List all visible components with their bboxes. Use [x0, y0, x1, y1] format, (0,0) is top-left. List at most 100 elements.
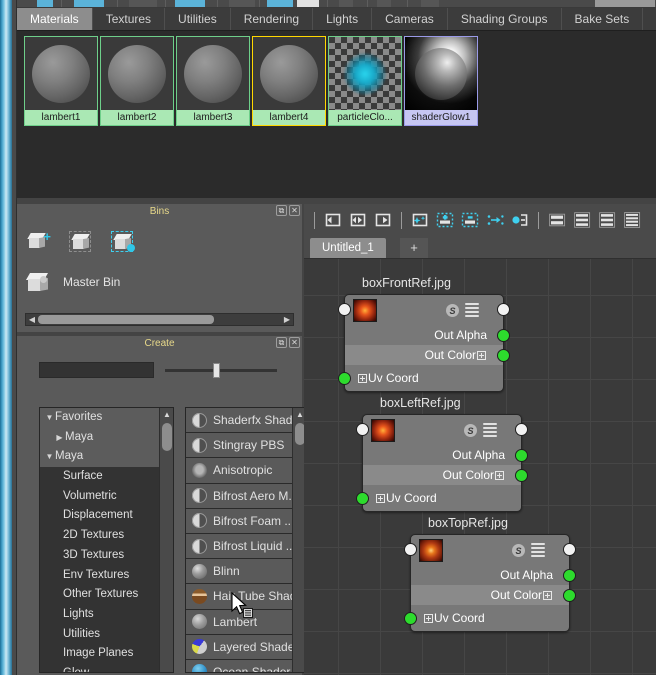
node-attribute-input-port[interactable] — [404, 612, 417, 625]
material-swatch[interactable]: lambert3 — [176, 36, 250, 126]
swatch-size-slider-handle[interactable] — [213, 363, 220, 378]
node-list-item[interactable]: Ocean Shader — [186, 659, 292, 672]
close-icon[interactable]: ✕ — [289, 337, 300, 348]
display-simple-icon[interactable] — [546, 209, 568, 231]
node-attribute-row[interactable]: Out Alpha — [411, 565, 576, 585]
pin-node-icon[interactable] — [509, 209, 531, 231]
tree-item-image-planes[interactable]: Image Planes — [40, 644, 159, 664]
node-graph-canvas[interactable]: boxFrontRef.jpg S Out Alpha Out Color Uv Coo… — [304, 258, 656, 675]
node-attribute-input-port[interactable] — [338, 372, 351, 385]
tree-item-2d-textures[interactable]: 2D Textures — [40, 526, 159, 546]
material-swatch[interactable]: particleClo... — [328, 36, 402, 126]
create-search-input[interactable] — [39, 362, 154, 378]
node-attribute-row[interactable]: Uv Coord — [404, 605, 569, 631]
create-bin-from-selected-icon[interactable] — [69, 230, 95, 254]
graph-node[interactable]: boxFrontRef.jpg S Out Alpha Out Color Uv Coo… — [338, 276, 510, 392]
graph-node-body[interactable]: S Out Alpha Out Color Uv Coord — [404, 534, 576, 632]
scroll-right-icon[interactable]: ▶ — [281, 315, 293, 324]
bins-horizontal-scrollbar[interactable]: ◀ ▶ — [25, 313, 294, 326]
material-swatch[interactable]: shaderGlow1 — [404, 36, 478, 126]
node-input-port[interactable] — [338, 303, 351, 316]
node-attribute-row[interactable]: Uv Coord — [338, 365, 503, 391]
bins-panel-buttons[interactable]: ⧉ ✕ — [276, 205, 300, 216]
node-list-item[interactable]: Lambert — [186, 609, 292, 635]
tab-shading-groups[interactable]: Shading Groups — [447, 8, 562, 30]
category-tab-bar[interactable]: Materials Textures Utilities Rendering Light… — [17, 8, 656, 30]
tree-item-volumetric[interactable]: Volumetric — [40, 487, 159, 507]
accent-button-3[interactable] — [267, 0, 293, 7]
node-attribute-output-port[interactable] — [563, 589, 576, 602]
node-output-port[interactable] — [497, 303, 510, 316]
node-attribute-input-port[interactable] — [356, 492, 369, 505]
node-list-item[interactable]: Blinn — [186, 559, 292, 585]
material-swatch-list[interactable]: lambert1 lambert2 lambert3 lambert4 particle… — [24, 36, 478, 126]
rearrange-graph-icon[interactable] — [409, 209, 431, 231]
bins-toolbar[interactable]: + — [27, 230, 137, 254]
tree-item-favorites[interactable]: ▼ Favorites — [40, 408, 159, 428]
node-attribute-output-port[interactable] — [497, 329, 510, 342]
dark-button-3[interactable] — [339, 0, 353, 7]
graph-node-body[interactable]: S Out Alpha Out Color Uv Coord — [356, 414, 528, 512]
dark-button-2[interactable] — [229, 0, 255, 7]
tree-item-other-textures[interactable]: Other Textures — [40, 585, 159, 605]
dark-button-5[interactable] — [421, 0, 439, 7]
white-button-1[interactable] — [297, 0, 319, 7]
add-selected-nodes-icon[interactable] — [434, 209, 456, 231]
node-output-port[interactable] — [515, 423, 528, 436]
node-editor-tab[interactable]: Untitled_1 — [310, 238, 386, 258]
material-swatch[interactable]: lambert1 — [24, 36, 98, 126]
expand-attribute-icon[interactable] — [424, 614, 433, 624]
show-connected-icon[interactable] — [484, 209, 506, 231]
node-list-item[interactable]: Bifrost Liquid ... — [186, 533, 292, 560]
chevron-right-icon[interactable]: ▶ — [54, 428, 65, 448]
expand-attribute-icon[interactable] — [358, 374, 367, 384]
bin-options-icon[interactable] — [111, 230, 137, 254]
node-list-item[interactable]: Anisotropic — [186, 458, 292, 484]
swatch-size-slider[interactable] — [165, 369, 277, 372]
graph-node[interactable]: boxLeftRef.jpg S Out Alpha Out Color Uv Coor… — [356, 396, 528, 512]
node-attribute-row[interactable]: Out Alpha — [345, 325, 510, 345]
tree-item-utilities[interactable]: Utilities — [40, 625, 159, 645]
tab-bake-sets[interactable]: Bake Sets — [561, 8, 644, 30]
display-connected-icon[interactable] — [571, 209, 593, 231]
attributes-list-icon[interactable] — [465, 303, 479, 317]
create-bin-icon[interactable]: + — [27, 230, 53, 254]
material-swatch-area[interactable]: lambert1 lambert2 lambert3 lambert4 particle… — [17, 30, 656, 198]
node-input-port[interactable] — [404, 543, 417, 556]
create-category-tree[interactable]: ▼ Favorites ▶ Maya ▼ Maya Surface Volumetric Dis… — [39, 407, 174, 673]
chevron-down-icon[interactable]: ▼ — [44, 447, 55, 467]
add-tab-button[interactable]: + — [400, 238, 428, 258]
node-output-port[interactable] — [563, 543, 576, 556]
tree-item-maya[interactable]: ▼ Maya — [40, 447, 159, 468]
teal-circle-button[interactable] — [37, 0, 53, 7]
undock-icon[interactable]: ⧉ — [276, 205, 287, 216]
node-attribute-row[interactable]: Out Color — [345, 345, 510, 365]
graph-node[interactable]: boxTopRef.jpg S Out Alpha Out Color Uv Coord — [404, 516, 576, 632]
node-list-item[interactable]: Stingray PBS — [186, 433, 292, 459]
chevron-down-icon[interactable]: ▼ — [44, 408, 55, 428]
grey-button-2[interactable] — [595, 0, 655, 7]
scroll-up-icon[interactable]: ▲ — [160, 408, 173, 421]
node-editor-toolbar[interactable] — [304, 204, 656, 236]
scroll-thumb[interactable] — [38, 315, 214, 324]
node-attribute-row[interactable]: Out Alpha — [363, 445, 528, 465]
input-connections-icon[interactable] — [322, 209, 344, 231]
tree-item-env-textures[interactable]: Env Textures — [40, 566, 159, 586]
material-swatch[interactable]: lambert4 — [252, 36, 326, 126]
tab-textures[interactable]: Textures — [92, 8, 166, 30]
create-node-list[interactable]: Shaderfx Shade Stingray PBS Anisotropic Bif… — [185, 407, 307, 673]
tab-materials[interactable]: Materials — [17, 8, 93, 30]
material-swatch[interactable]: lambert2 — [100, 36, 174, 126]
graph-node-body[interactable]: S Out Alpha Out Color Uv Coord — [338, 294, 510, 392]
master-bin-item[interactable]: Master Bin — [25, 270, 120, 294]
node-input-port[interactable] — [356, 423, 369, 436]
window-button[interactable] — [74, 0, 104, 7]
tab-lights[interactable]: Lights — [313, 8, 373, 30]
node-attribute-output-port[interactable] — [515, 449, 528, 462]
expand-attribute-icon[interactable] — [477, 351, 486, 361]
node-attribute-row[interactable]: Out Color — [411, 585, 576, 605]
node-attribute-output-port[interactable] — [563, 569, 576, 582]
scroll-left-icon[interactable]: ◀ — [26, 315, 38, 324]
tab-utilities[interactable]: Utilities — [165, 8, 231, 30]
output-connections-icon[interactable] — [372, 209, 394, 231]
